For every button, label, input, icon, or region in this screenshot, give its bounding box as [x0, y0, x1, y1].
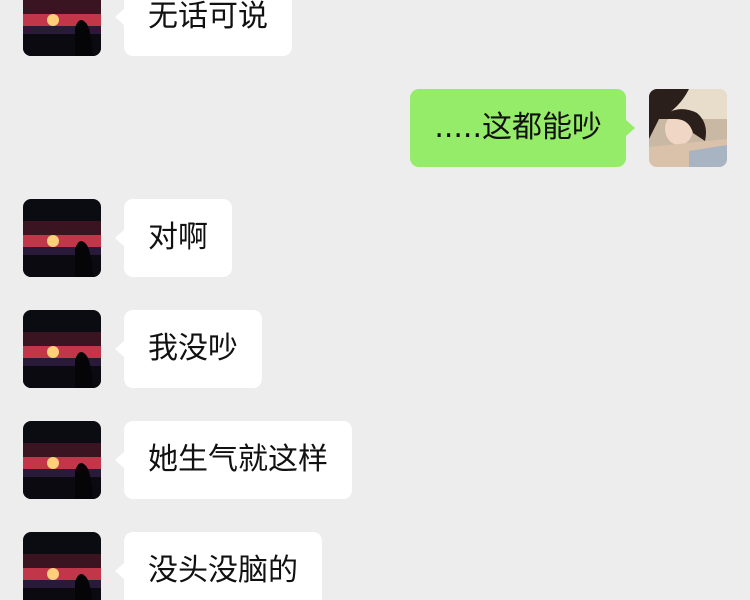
contact-avatar[interactable] [23, 421, 101, 499]
contact-avatar[interactable] [23, 310, 101, 388]
message-bubble[interactable]: 对啊 [115, 199, 232, 277]
message-row-incoming: 她生气就这样 [0, 421, 750, 499]
message-bubble[interactable]: .....这都能吵 [410, 89, 635, 167]
message-bubble[interactable]: 无话可说 [115, 0, 292, 56]
message-row-incoming: 无话可说 [0, 0, 750, 56]
contact-avatar[interactable] [23, 199, 101, 277]
message-row-incoming: 对啊 [0, 199, 750, 277]
message-row-incoming: 没头没脑的 [0, 532, 750, 600]
message-row-incoming: 我没吵 [0, 310, 750, 388]
sunset-silhouette-icon [23, 532, 101, 600]
message-bubble[interactable]: 我没吵 [115, 310, 262, 388]
sunset-silhouette-icon [23, 0, 101, 56]
girl-photo-icon [649, 89, 727, 167]
contact-avatar[interactable] [23, 532, 101, 600]
sunset-silhouette-icon [23, 421, 101, 499]
message-row-outgoing: .....这都能吵 [0, 89, 750, 167]
contact-avatar[interactable] [23, 0, 101, 56]
message-bubble[interactable]: 没头没脑的 [115, 532, 322, 600]
sunset-silhouette-icon [23, 310, 101, 388]
sunset-silhouette-icon [23, 199, 101, 277]
my-avatar[interactable] [649, 89, 727, 167]
message-bubble[interactable]: 她生气就这样 [115, 421, 352, 499]
